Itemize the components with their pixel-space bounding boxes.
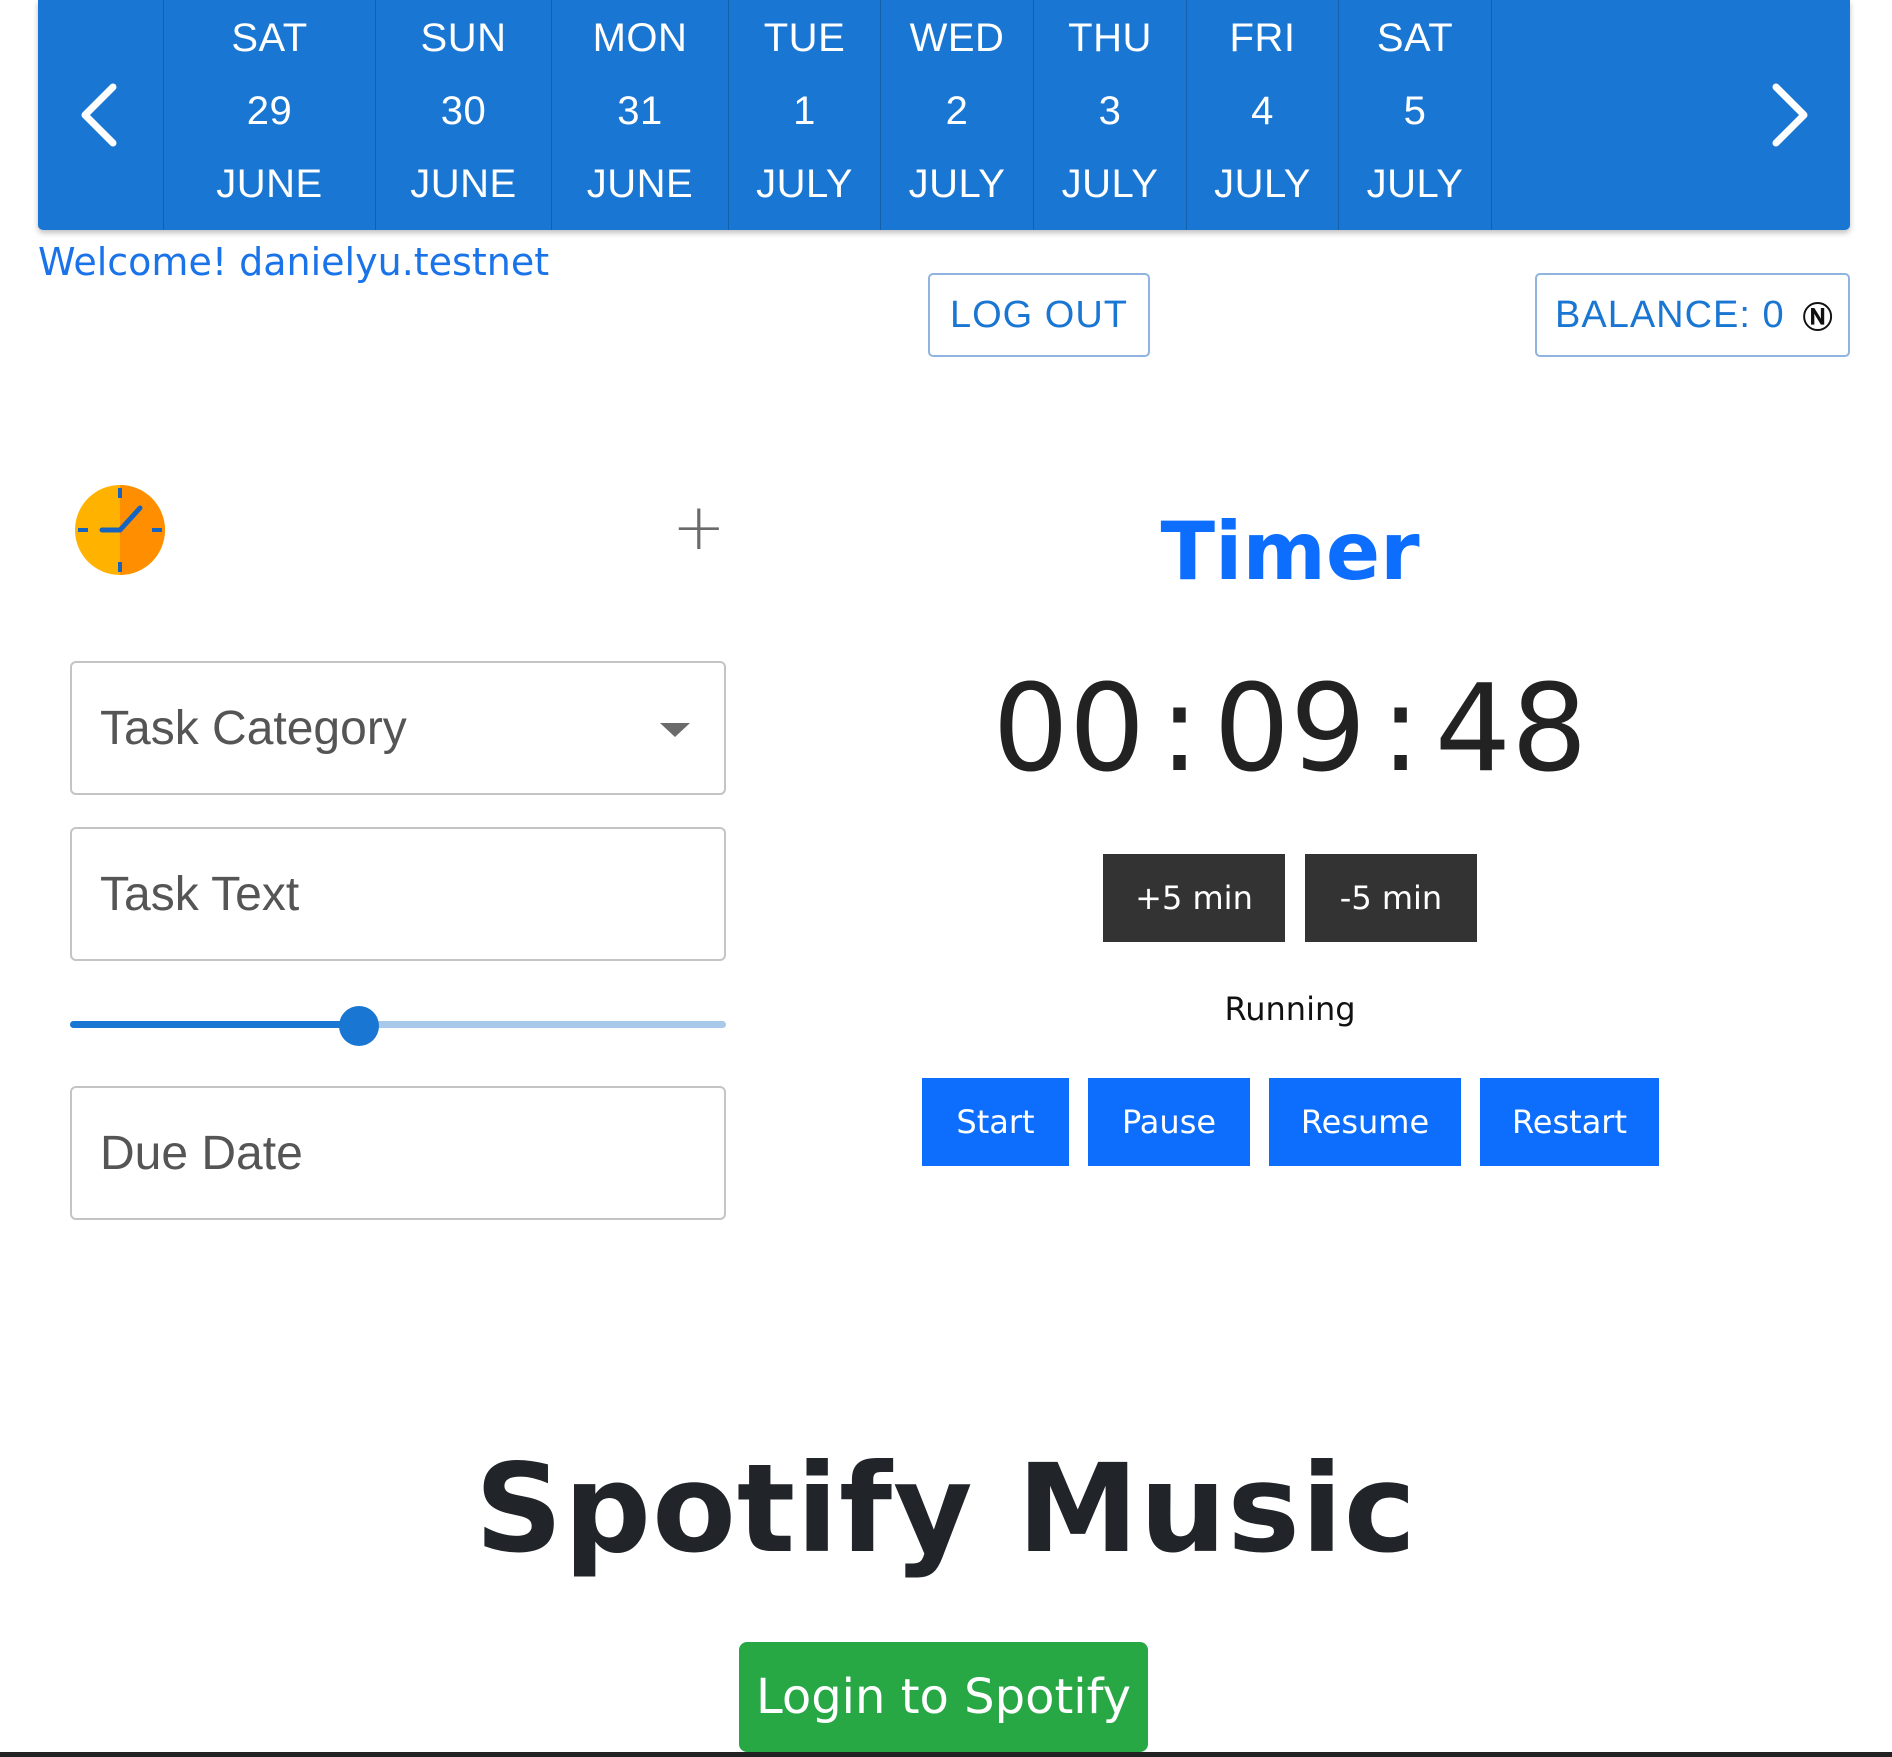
chevron-left-icon [81, 83, 116, 147]
task-category-select[interactable]: Task Category [70, 661, 726, 795]
timer-separator: : [1159, 660, 1200, 799]
day-cell[interactable]: TUE 1 JULY [729, 0, 881, 230]
day-date: 31 [617, 89, 663, 133]
priority-slider[interactable] [70, 1006, 726, 1046]
day-month: JUNE [586, 162, 694, 206]
add-5-min-button[interactable]: +5 min [1103, 854, 1285, 942]
day-cell[interactable]: SAT 29 JUNE [164, 0, 376, 230]
timer-minutes: 09 [1213, 660, 1367, 799]
task-text-input[interactable]: Task Text [70, 827, 726, 961]
day-month: JULY [1214, 162, 1311, 206]
clock-icon[interactable] [74, 484, 166, 576]
day-cell[interactable]: THU 3 JULY [1034, 0, 1187, 230]
day-date: 5 [1403, 89, 1427, 133]
day-month: JULY [1366, 162, 1464, 206]
chevron-right-icon [1772, 83, 1807, 147]
day-cell[interactable]: SAT 5 JULY [1339, 0, 1492, 230]
day-cell[interactable]: WED 2 JULY [881, 0, 1034, 230]
day-weekday: MON [592, 16, 688, 60]
bottom-divider [0, 1752, 1892, 1757]
day-weekday: TUE [763, 16, 846, 60]
pause-button[interactable]: Pause [1088, 1078, 1250, 1166]
date-navigation-bar: SAT 29 JUNE SUN 30 JUNE MON 31 JUNE TUE 1 JULY WED 2 J… [38, 0, 1850, 230]
subtract-5-min-button[interactable]: -5 min [1305, 854, 1477, 942]
balance-label: BALANCE: 0 [1555, 293, 1785, 336]
day-cell[interactable]: MON 31 JUNE [552, 0, 729, 230]
add-task-icon[interactable]: + [672, 496, 726, 560]
day-weekday: THU [1068, 16, 1152, 60]
day-date: 29 [246, 89, 293, 133]
day-weekday: SUN [420, 16, 507, 60]
timer-hours: 00 [992, 660, 1146, 799]
day-date: 4 [1251, 89, 1274, 133]
timer-title: Timer [1160, 505, 1420, 598]
timer-status: Running [1224, 990, 1356, 1028]
day-date: 30 [440, 89, 487, 133]
day-month: JUNE [410, 162, 517, 206]
day-month: JULY [756, 162, 853, 206]
day-weekday: SAT [231, 16, 308, 60]
spotify-title: Spotify Music [474, 1438, 1418, 1580]
timer-seconds: 48 [1434, 660, 1588, 799]
start-button[interactable]: Start [922, 1078, 1069, 1166]
day-date: 2 [945, 89, 969, 133]
day-weekday: WED [909, 16, 1005, 60]
timer-display: 00 : 09 : 48 [993, 660, 1588, 799]
balance-button[interactable]: BALANCE: 0 Ⓝ [1535, 273, 1850, 357]
spotify-login-button[interactable]: Login to Spotify [739, 1642, 1148, 1752]
task-text-placeholder: Task Text [100, 867, 300, 921]
due-date-placeholder: Due Date [100, 1126, 303, 1180]
timer-separator: : [1380, 660, 1421, 799]
prev-week-button[interactable] [38, 0, 164, 230]
slider-track [70, 1021, 359, 1028]
day-month: JUNE [216, 162, 323, 206]
day-date: 1 [793, 89, 816, 133]
slider-thumb[interactable] [338, 1006, 379, 1046]
day-weekday: SAT [1376, 16, 1454, 60]
day-cell[interactable]: FRI 4 JULY [1187, 0, 1339, 230]
welcome-message: Welcome! danielyu.testnet [38, 240, 550, 284]
task-category-placeholder: Task Category [100, 701, 407, 755]
day-weekday: FRI [1229, 16, 1296, 60]
day-list: SAT 29 JUNE SUN 30 JUNE MON 31 JUNE TUE 1 JULY WED 2 J… [164, 0, 1725, 230]
resume-button[interactable]: Resume [1269, 1078, 1461, 1166]
logout-button[interactable]: LOG OUT [928, 273, 1150, 357]
near-currency-icon: Ⓝ [1802, 302, 1834, 335]
next-week-button[interactable] [1725, 0, 1850, 230]
due-date-input[interactable]: Due Date [70, 1086, 726, 1220]
restart-button[interactable]: Restart [1480, 1078, 1659, 1166]
caret-down-icon [660, 723, 690, 737]
day-month: JULY [1061, 162, 1159, 206]
day-date: 3 [1098, 89, 1122, 133]
day-cell[interactable]: SUN 30 JUNE [376, 0, 552, 230]
page: SAT 29 JUNE SUN 30 JUNE MON 31 JUNE TUE 1 JULY WED 2 J… [0, 0, 1892, 1757]
day-month: JULY [908, 162, 1006, 206]
